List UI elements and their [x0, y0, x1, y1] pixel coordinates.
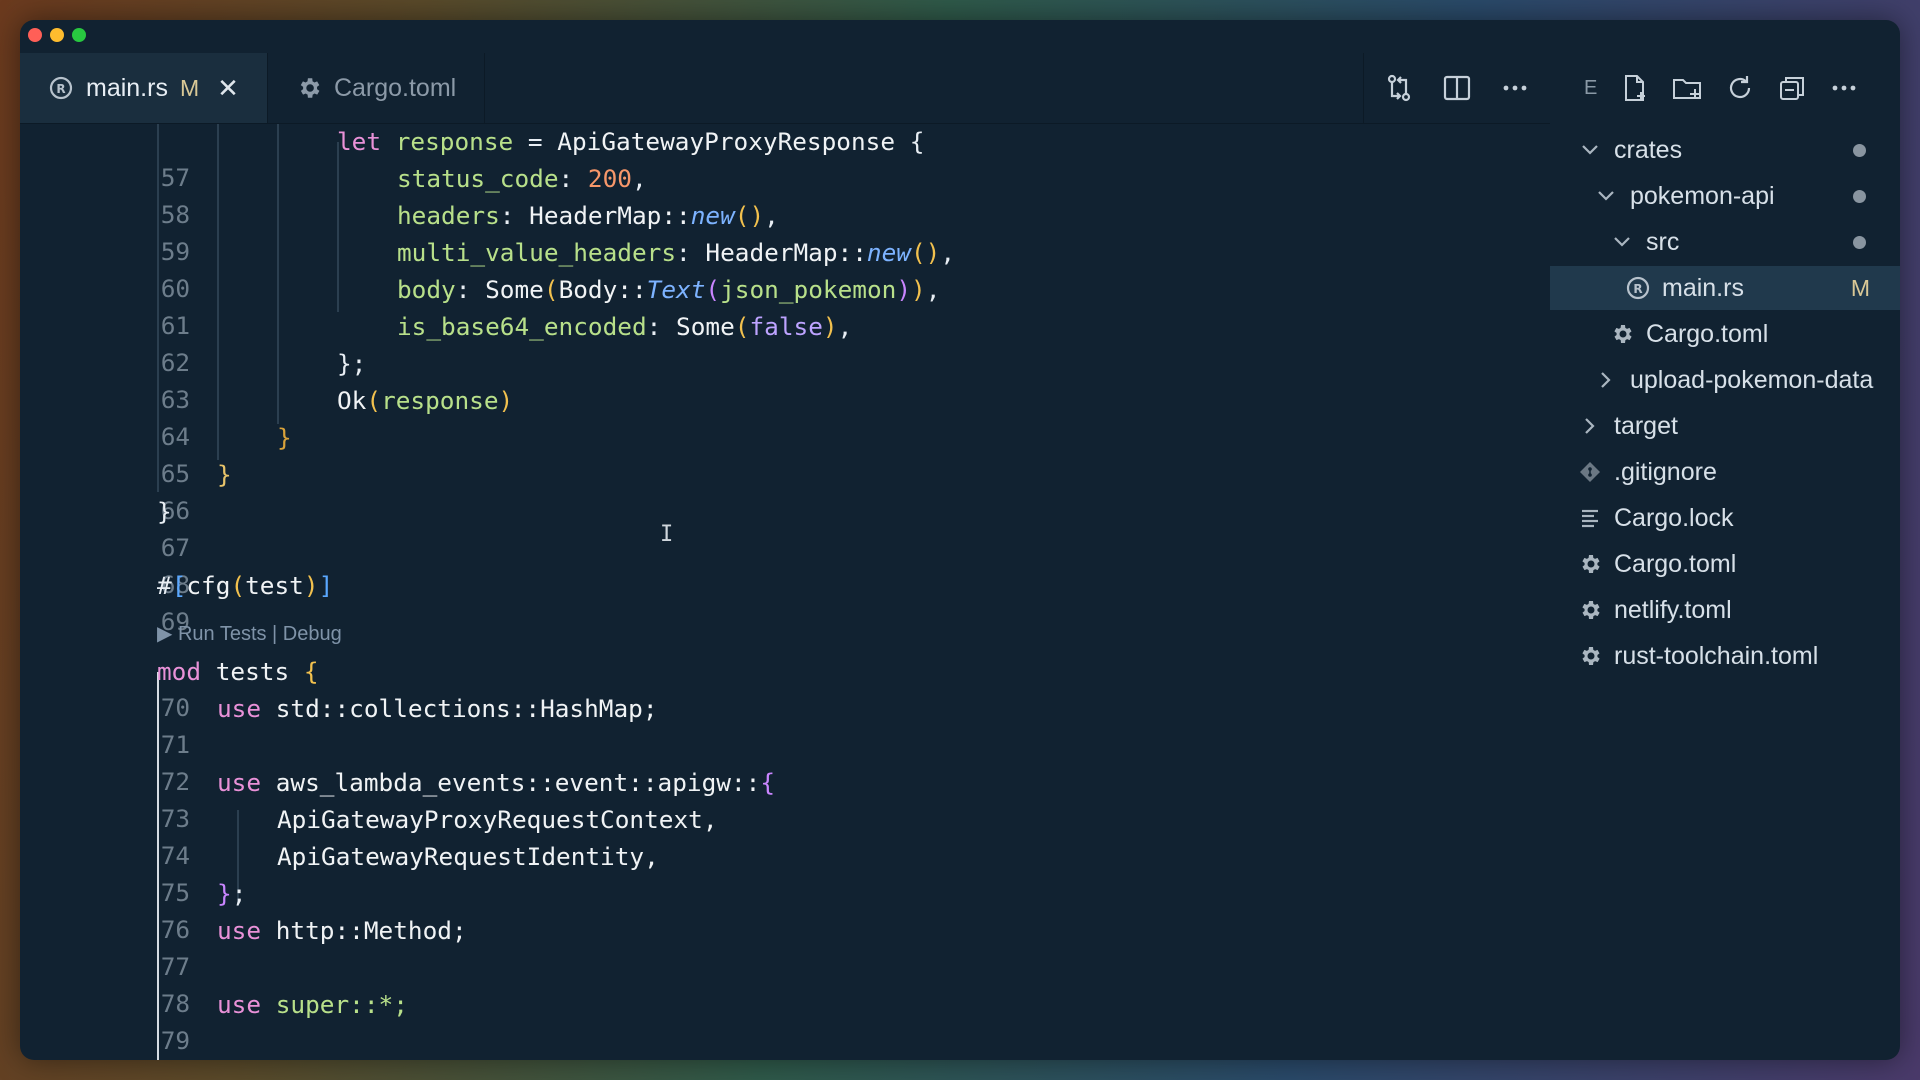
- maximize-window-button[interactable]: [72, 28, 86, 42]
- modified-dot: [1853, 143, 1866, 157]
- text-cursor-icon: I: [660, 522, 674, 547]
- code-line-65: 65 }: [160, 423, 292, 488]
- tab-bar: R main.rs M ✕ Cargo.toml: [20, 53, 1550, 124]
- code-line-76: 76 };: [160, 879, 247, 944]
- gear-icon: [1576, 644, 1604, 668]
- code-line-72: 72: [160, 767, 191, 796]
- minimize-window-button[interactable]: [50, 28, 64, 42]
- code-line-75: 75 ApiGatewayRequestIdentity,: [160, 842, 659, 907]
- code-line-74: 74 ApiGatewayProxyRequestContext,: [160, 805, 718, 870]
- code-line-78: 78: [160, 989, 191, 1018]
- chevron-right-icon: [1592, 369, 1620, 391]
- code-line-66: 66 }: [160, 460, 232, 525]
- tree-file-gitignore[interactable]: .gitignore: [1550, 450, 1900, 494]
- code-editor[interactable]: 57 let response = ApiGatewayProxyRespons…: [20, 124, 1550, 1060]
- tree-file-rust-toolchain-toml[interactable]: rust-toolchain.toml: [1550, 634, 1900, 678]
- new-folder-icon[interactable]: [1671, 73, 1703, 103]
- code-line-59: 59 headers: HeaderMap::new(),: [160, 201, 779, 266]
- code-line-67: 67 }: [157, 497, 191, 562]
- code-line-60: 60 multi_value_headers: HeaderMap::new()…: [160, 238, 956, 303]
- modified-dot: [1853, 235, 1866, 249]
- tab-cargo-toml[interactable]: Cargo.toml: [268, 53, 486, 123]
- svg-text:R: R: [1633, 282, 1642, 296]
- rust-icon: R: [48, 75, 74, 101]
- refresh-icon[interactable]: [1725, 73, 1755, 103]
- explorer-title: E: [1584, 76, 1598, 99]
- tree-file-cargo-toml[interactable]: Cargo.toml: [1550, 312, 1900, 356]
- tree-file-root-cargo-toml[interactable]: Cargo.toml: [1550, 542, 1900, 586]
- new-file-icon[interactable]: [1619, 73, 1649, 103]
- tab-label: Cargo.toml: [333, 73, 457, 102]
- tab-label: main.rs: [86, 73, 168, 102]
- modified-badge: M: [1850, 274, 1870, 301]
- gear-icon: [1608, 322, 1636, 346]
- file-explorer: crates pokemon-api src R main.rs M Cargo…: [1550, 124, 1900, 1060]
- tab-main-rs[interactable]: R main.rs M ✕: [20, 53, 268, 123]
- explorer-toolbar: E: [1550, 53, 1900, 123]
- close-window-button[interactable]: [28, 28, 42, 42]
- chevron-down-icon: [1608, 231, 1636, 253]
- tree-folder-upload-pokemon-data[interactable]: upload-pokemon-data: [1550, 358, 1900, 402]
- code-line-61: 61 body: Some(Body::Text(json_pokemon)),: [160, 275, 941, 340]
- explorer-more-icon[interactable]: [1829, 73, 1859, 103]
- svg-text:R: R: [56, 82, 65, 96]
- chevron-down-icon: [1576, 139, 1604, 161]
- editor-window: R main.rs M ✕ Cargo.toml E 57 let respon…: [20, 20, 1900, 1060]
- code-line-69: 69 #[cfg(test)]: [157, 571, 334, 636]
- gear-icon: [1576, 552, 1604, 576]
- code-line-79: 79 use super::*;: [160, 990, 408, 1055]
- tree-folder-target[interactable]: target: [1550, 404, 1900, 448]
- close-tab-icon[interactable]: ✕: [217, 73, 239, 104]
- tree-folder-src[interactable]: src: [1550, 220, 1900, 264]
- modified-dot: [1853, 189, 1866, 203]
- code-lens-run-tests[interactable]: ▶ Run Tests | Debug: [157, 620, 342, 648]
- more-actions-icon[interactable]: [1500, 73, 1530, 103]
- code-line-58: 58 status_code: 200,: [160, 164, 647, 229]
- code-line-63: 63 };: [160, 349, 367, 414]
- git-icon: [1576, 460, 1604, 484]
- code-line-64: 64 Ok(response): [160, 386, 514, 451]
- chevron-down-icon: [1592, 185, 1620, 207]
- code-line-77: 77 use http::Method;: [160, 916, 467, 981]
- code-line-80: 80: [20, 1024, 1420, 1060]
- editor-actions: [1363, 53, 1550, 123]
- rust-icon: R: [1624, 275, 1652, 301]
- gear-icon: [1576, 598, 1604, 622]
- git-compare-icon[interactable]: [1384, 73, 1414, 103]
- window-controls: [28, 28, 86, 42]
- code-line-70: 70 mod tests {: [157, 657, 319, 722]
- tree-file-main-rs[interactable]: R main.rs M: [1550, 266, 1900, 310]
- code-line-71: 71 use std::collections::HashMap;: [160, 694, 658, 759]
- code-line-57: 57 let response = ApiGatewayProxyRespons…: [160, 127, 925, 192]
- split-editor-icon[interactable]: [1442, 73, 1472, 103]
- gear-icon: [296, 75, 322, 101]
- tree-folder-pokemon-api[interactable]: pokemon-api: [1550, 174, 1900, 218]
- chevron-right-icon: [1576, 415, 1604, 437]
- modified-indicator: M: [179, 74, 200, 101]
- code-line-62: 62 is_base64_encoded: Some(false),: [160, 312, 853, 377]
- tree-folder-crates[interactable]: crates: [1550, 128, 1900, 172]
- code-line-73: 73 use aws_lambda_events::event::apigw::…: [160, 768, 776, 833]
- tree-file-cargo-lock[interactable]: Cargo.lock: [1550, 496, 1900, 540]
- tree-file-netlify-toml[interactable]: netlify.toml: [1550, 588, 1900, 632]
- code-line-68: 68: [160, 570, 191, 599]
- lines-file-icon: [1576, 506, 1604, 530]
- collapse-all-icon[interactable]: [1777, 73, 1807, 103]
